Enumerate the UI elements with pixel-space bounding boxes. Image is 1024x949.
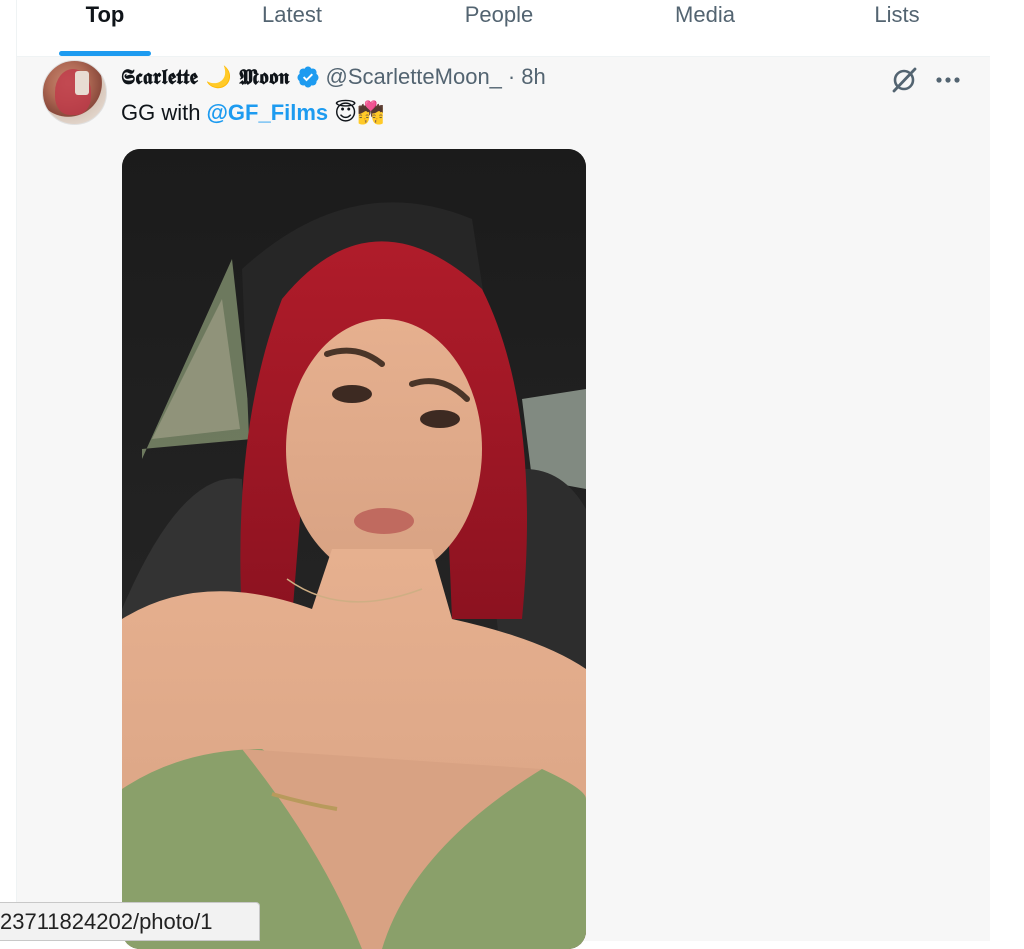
tab-lists-label: Lists	[874, 2, 920, 27]
display-name[interactable]: 𝕾𝖈𝖆𝖗𝖑𝖊𝖙𝖙𝖊 🌙 𝕸𝖔𝖔𝖓	[121, 64, 290, 90]
avatar[interactable]	[42, 60, 107, 125]
tweet-header: 𝕾𝖈𝖆𝖗𝖑𝖊𝖙𝖙𝖊 🌙 𝕸𝖔𝖔𝖓 @ScarletteMoon_ · 8h	[121, 63, 546, 91]
statusbar-url: 23711824202/photo/1	[0, 908, 213, 934]
grok-icon[interactable]	[887, 63, 921, 97]
tab-top[interactable]: Top	[59, 0, 151, 56]
tab-latest-label: Latest	[262, 2, 322, 27]
user-handle[interactable]: @ScarletteMoon_	[326, 64, 502, 90]
timeline-column: Top Latest People Media Lists 𝕾𝖈𝖆𝖗𝖑𝖊𝖙𝖙𝖊 …	[16, 0, 990, 949]
tweet-timestamp[interactable]: 8h	[521, 64, 545, 90]
tab-media-label: Media	[675, 2, 735, 27]
tweet[interactable]: 𝕾𝖈𝖆𝖗𝖑𝖊𝖙𝖙𝖊 🌙 𝕸𝖔𝖔𝖓 @ScarletteMoon_ · 8h GG…	[17, 57, 990, 949]
active-tab-indicator	[59, 51, 151, 56]
tab-people[interactable]: People	[437, 0, 561, 56]
tab-top-label: Top	[85, 2, 125, 27]
search-tabs: Top Latest People Media Lists	[17, 0, 990, 57]
tab-lists[interactable]: Lists	[852, 0, 942, 56]
tab-latest[interactable]: Latest	[237, 0, 347, 56]
photo-illustration	[122, 149, 586, 949]
link-preview-statusbar: 23711824202/photo/1	[0, 902, 260, 941]
tab-people-label: People	[464, 2, 534, 27]
tweet-text: GG with @GF_Films 😇💏	[121, 97, 385, 129]
tweet-text-body: GG with	[121, 100, 201, 125]
verified-badge-icon	[296, 65, 320, 89]
mention-link[interactable]: @GF_Films	[206, 100, 328, 126]
avatar-phone-shape	[75, 71, 89, 95]
tweet-photo[interactable]	[122, 149, 586, 949]
tab-media[interactable]: Media	[647, 0, 763, 56]
header-separator: ·	[507, 64, 516, 89]
more-icon[interactable]	[931, 63, 965, 97]
tweet-emojis: 😇💏	[334, 100, 385, 125]
